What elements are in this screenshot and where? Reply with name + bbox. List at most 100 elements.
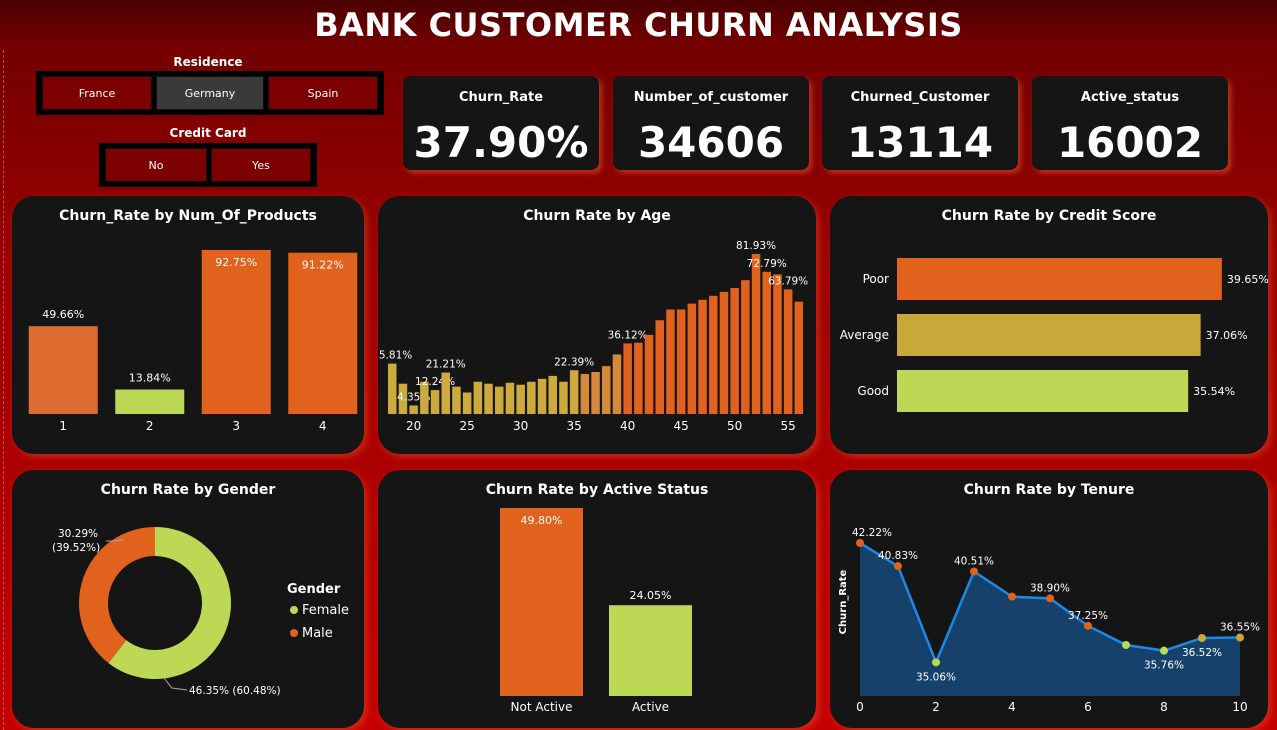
data-label: (39.52%) — [52, 542, 100, 554]
bar — [783, 289, 793, 414]
kpi-value: 37.90% — [413, 118, 589, 167]
credit-card-yes-button[interactable]: Yes — [211, 148, 311, 182]
data-label: 30.29% — [58, 528, 98, 540]
active-chart-panel: Churn Rate by Active Status 49.80% Not Ac… — [378, 470, 816, 728]
data-label: 37.25% — [1068, 610, 1108, 622]
data-point — [970, 567, 978, 576]
data-label: 24.05% — [630, 589, 672, 602]
bar — [897, 370, 1189, 412]
x-tick-label: 55 — [781, 419, 796, 433]
data-point — [856, 539, 864, 547]
bar — [441, 372, 450, 414]
data-label: 40.83% — [878, 550, 918, 562]
x-tick-label: 50 — [727, 419, 742, 433]
bar — [548, 375, 557, 414]
y-axis-label: Churn_Rate — [838, 569, 849, 634]
credit-bar-chart: 39.65% Poor 37.06% Average 35.54% Good — [840, 258, 1268, 412]
residence-france-button[interactable]: France — [42, 76, 152, 110]
data-point — [1008, 592, 1016, 601]
kpi-card-churn-rate: Churn_Rate 37.90% — [403, 76, 599, 170]
kpi-value: 13114 — [846, 118, 994, 167]
data-point — [1122, 641, 1130, 649]
x-tick-label: 25 — [460, 419, 475, 433]
legend-marker — [290, 629, 298, 637]
x-tick-label: 3 — [232, 419, 240, 433]
x-tick-label: 0 — [856, 700, 864, 714]
x-tick-label: 4 — [319, 419, 327, 433]
data-label: 35.54% — [1193, 385, 1235, 398]
credit-card-no-button[interactable]: No — [105, 148, 207, 182]
x-tick-label: 20 — [406, 419, 421, 433]
data-label: 40.51% — [954, 556, 994, 568]
bar — [741, 280, 750, 414]
bar — [500, 508, 583, 696]
x-tick-label: Active — [632, 700, 669, 714]
data-point — [1046, 594, 1054, 603]
age-chart-panel: Churn Rate by Age 25.81%4.35%12.24%21.21… — [378, 196, 816, 454]
legend-label: Male — [302, 626, 333, 641]
bar — [580, 373, 590, 414]
data-label: 63.79% — [768, 275, 808, 287]
tenure-area-chart: 42.22% 40.83% 35.06% 40.51% 38.90% 37.25% 35.7… — [838, 527, 1260, 714]
products-chart-panel: Churn_Rate by Num_Of_Products 49.66% 1 13.… — [12, 196, 364, 454]
data-label: 72.79% — [747, 258, 787, 270]
bar — [773, 274, 782, 414]
kpi-card-churned-customer: Churned_Customer 13114 — [822, 76, 1018, 170]
bar — [559, 381, 568, 414]
bar — [897, 258, 1222, 300]
data-label: 42.22% — [852, 527, 892, 539]
bar — [623, 343, 632, 414]
kpi-card-active-status: Active_status 16002 — [1032, 76, 1228, 170]
x-tick-label: 1 — [59, 419, 67, 433]
residence-germany-button[interactable]: Germany — [156, 76, 264, 110]
data-label: 36.55% — [1220, 622, 1260, 634]
data-label: 92.75% — [215, 256, 257, 269]
bar — [612, 354, 622, 414]
bar — [762, 271, 771, 414]
data-label: 81.93% — [736, 240, 776, 252]
x-tick-label: 6 — [1084, 700, 1092, 714]
bar — [730, 288, 739, 414]
bar — [462, 392, 472, 414]
data-label: 22.39% — [554, 356, 594, 368]
x-tick-label: 2 — [146, 419, 154, 433]
age-bar-chart: 25.81%4.35%12.24%21.21%22.39%36.12%81.93… — [378, 240, 808, 433]
tenure-chart-panel: Churn Rate by Tenure 42.22% 40.83% 35.06% 4… — [830, 470, 1268, 728]
x-tick-label: 45 — [674, 419, 689, 433]
bar — [634, 342, 643, 414]
x-tick-label: 30 — [513, 419, 528, 433]
residence-slicer: France Germany Spain — [36, 71, 384, 115]
bar — [676, 309, 686, 414]
bar — [687, 303, 697, 414]
active-bar-chart: 49.80% Not Active 24.05% Active — [500, 508, 692, 714]
bar — [666, 309, 675, 414]
data-label: 38.90% — [1030, 582, 1070, 594]
legend-marker — [290, 606, 298, 614]
data-label: 21.21% — [426, 359, 466, 371]
gender-chart-panel: Churn Rate by Gender 46.35% (60.48%) 30.2… — [12, 470, 364, 728]
bar — [115, 389, 185, 414]
bar — [794, 301, 804, 414]
bar — [537, 378, 547, 414]
residence-spain-button[interactable]: Spain — [268, 76, 378, 110]
bar — [495, 386, 504, 414]
data-label: 37.06% — [1206, 329, 1248, 342]
data-label: 91.22% — [302, 259, 344, 272]
credit-card-slicer: No Yes — [99, 143, 317, 187]
legend-title: Gender — [287, 582, 341, 597]
kpi-value: 16002 — [1056, 118, 1204, 167]
bar — [452, 386, 461, 414]
page-title: BANK CUSTOMER CHURN ANALYSIS — [314, 6, 963, 44]
gender-donut-chart: 46.35% (60.48%) 30.29% (39.52%) Gender Femal… — [52, 527, 349, 697]
kpi-label: Churn_Rate — [458, 90, 544, 105]
data-label: 25.81% — [378, 350, 412, 362]
bar — [602, 366, 611, 414]
bar — [644, 334, 654, 414]
credit-chart-panel: Churn Rate by Credit Score 39.65% Poor 37.… — [830, 196, 1268, 454]
data-label: 49.66% — [42, 308, 84, 321]
bar — [609, 605, 692, 696]
bar — [409, 405, 418, 414]
data-label: 35.76% — [1144, 660, 1184, 672]
data-point — [1084, 621, 1092, 630]
data-label: 13.84% — [129, 372, 171, 385]
